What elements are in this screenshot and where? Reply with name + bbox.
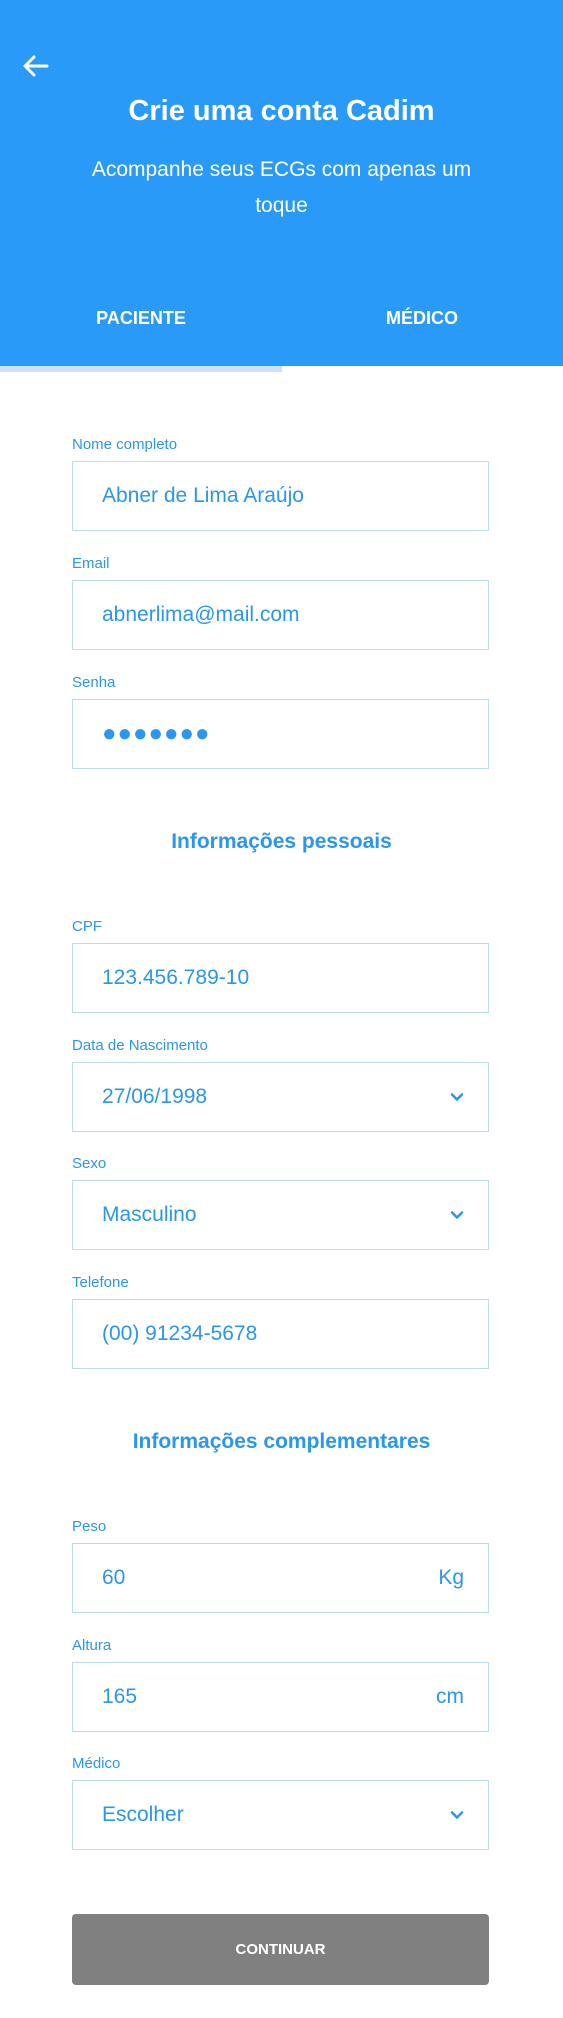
sexo-select[interactable]: Masculino — [72, 1180, 489, 1250]
medico-select[interactable]: Escolher — [72, 1780, 489, 1850]
altura-field[interactable]: 165 cm — [72, 1662, 489, 1732]
continue-button[interactable]: CONTINUAR — [72, 1914, 489, 1985]
sexo-label: Sexo — [72, 1155, 107, 1172]
page-title: Crie uma conta Cadim — [128, 95, 435, 127]
chevron-down-icon — [450, 1811, 464, 1819]
nascimento-label: Data de Nascimento — [72, 1037, 208, 1054]
peso-value: 60 — [102, 1566, 126, 1589]
nome-value: Abner de Lima Araújo — [102, 484, 304, 507]
email-value: abnerlima@mail.com — [102, 603, 300, 626]
nome-label: Nome completo — [72, 436, 178, 453]
header: Crie uma conta Cadim Acompanhe seus ECGs… — [0, 0, 563, 366]
tab-medico[interactable]: MÉDICO — [322, 308, 522, 329]
active-tab-indicator — [0, 366, 282, 372]
peso-field[interactable]: 60 Kg — [72, 1543, 489, 1613]
email-label: Email — [72, 555, 110, 572]
sexo-value: Masculino — [102, 1203, 197, 1226]
altura-value: 165 — [102, 1685, 138, 1708]
medico-label: Médico — [72, 1755, 121, 1772]
nascimento-value: 27/06/1998 — [102, 1085, 208, 1108]
senha-field[interactable]: ●●●●●●● — [72, 699, 489, 769]
nome-field[interactable]: Abner de Lima Araújo — [72, 461, 489, 531]
telefone-field[interactable]: (00) 91234-5678 — [72, 1299, 489, 1369]
email-field[interactable]: abnerlima@mail.com — [72, 580, 489, 650]
peso-unit: Kg — [438, 1566, 464, 1589]
nascimento-select[interactable]: 27/06/1998 — [72, 1062, 489, 1132]
altura-unit: cm — [436, 1685, 464, 1708]
tab-paciente[interactable]: PACIENTE — [41, 308, 241, 329]
arrow-left-icon[interactable] — [20, 50, 52, 82]
page-subtitle: Acompanhe seus ECGs com apenas um toque — [91, 158, 472, 217]
cpf-label: CPF — [72, 918, 102, 935]
section-complementary-title: Informações complementares — [132, 1430, 431, 1453]
senha-label: Senha — [72, 674, 116, 691]
section-personal-title: Informações pessoais — [171, 830, 392, 853]
medico-value: Escolher — [102, 1803, 184, 1826]
senha-value: ●●●●●●● — [102, 720, 211, 747]
altura-label: Altura — [72, 1637, 112, 1654]
peso-label: Peso — [72, 1518, 107, 1535]
telefone-label: Telefone — [72, 1274, 129, 1291]
cpf-value: 123.456.789-10 — [102, 966, 250, 989]
chevron-down-icon — [450, 1093, 464, 1101]
cpf-field[interactable]: 123.456.789-10 — [72, 943, 489, 1013]
chevron-down-icon — [450, 1211, 464, 1219]
telefone-value: (00) 91234-5678 — [102, 1322, 258, 1345]
